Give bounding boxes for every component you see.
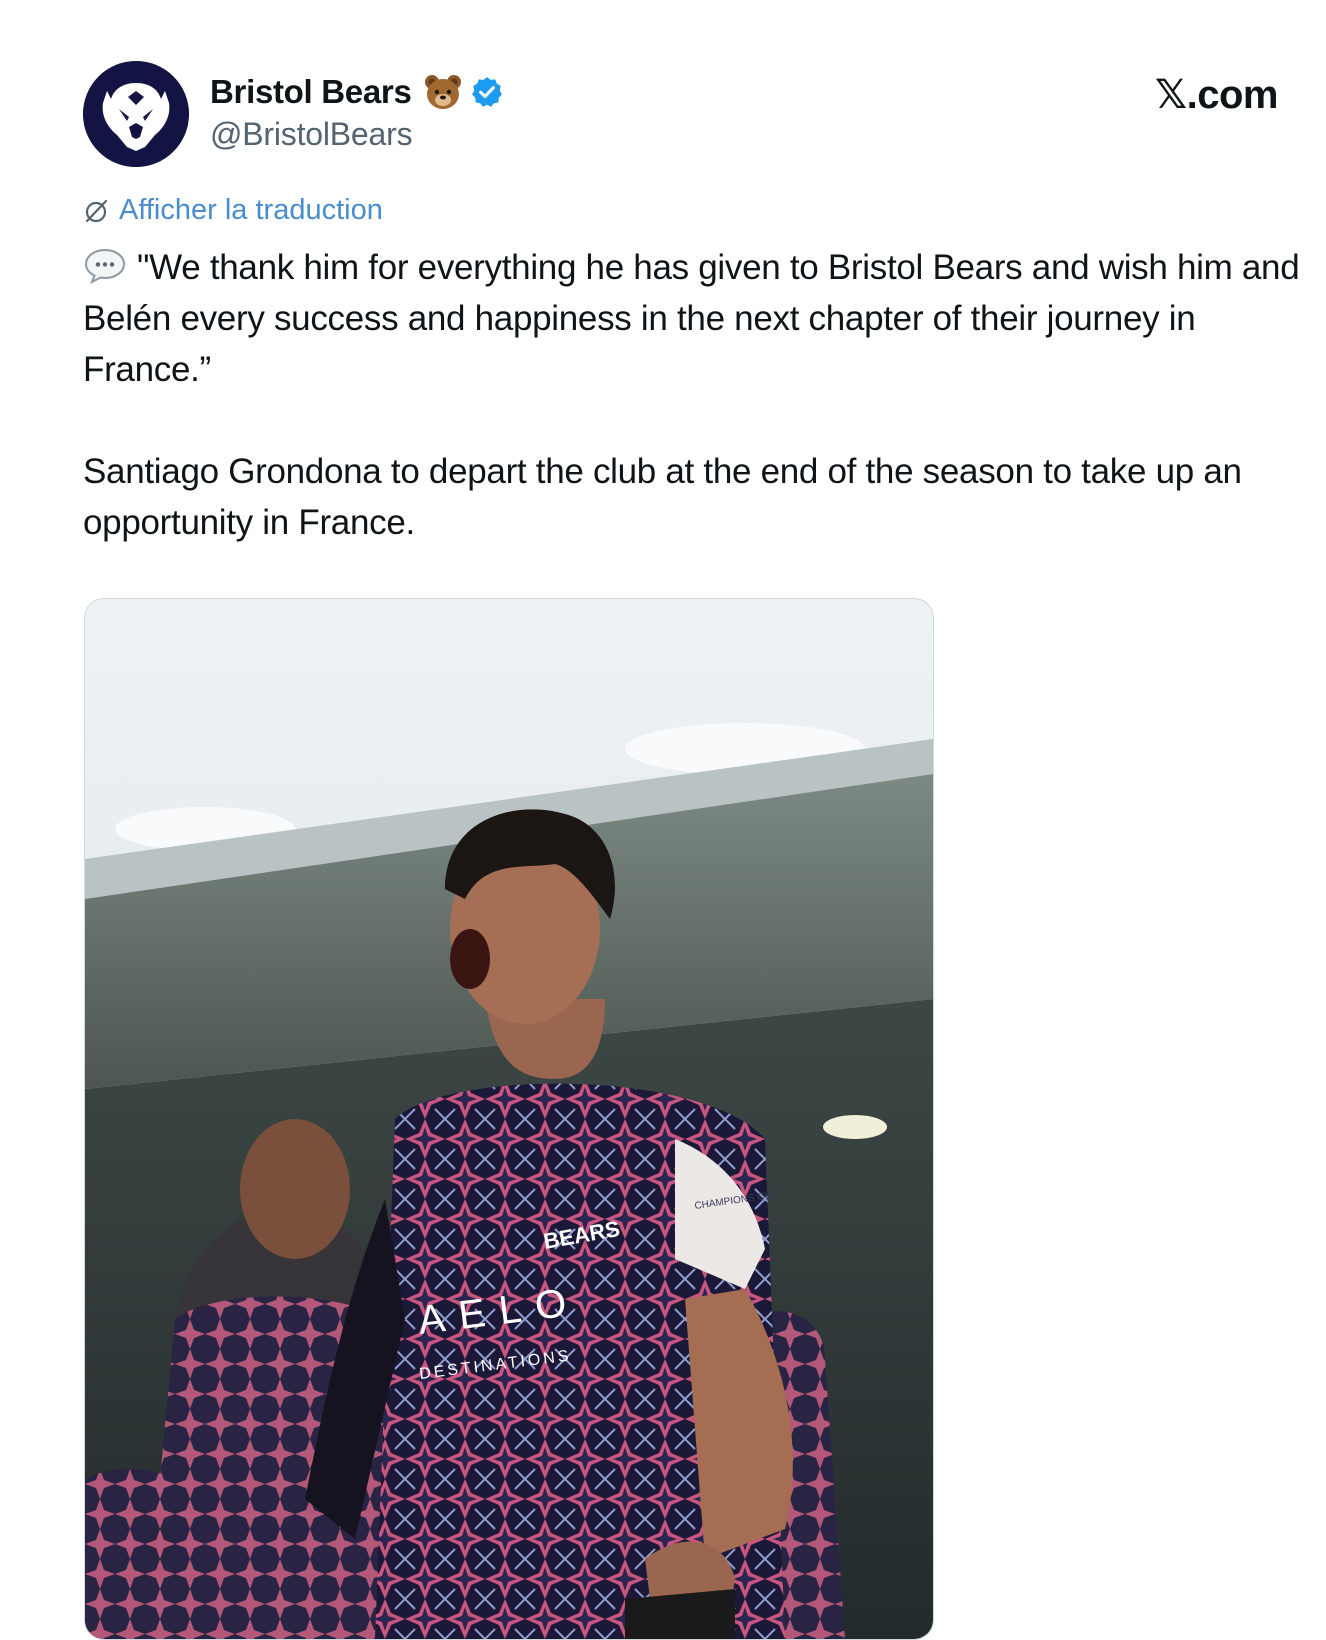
author-name-row: Bristol Bears [210, 70, 504, 114]
verified-badge-icon [471, 77, 502, 107]
author-handle[interactable]: @BristolBears [210, 116, 504, 153]
x-com-logo: 𝕏 .com [1154, 72, 1279, 118]
tweet-text: "We thank him for everything he has give… [83, 242, 1313, 548]
author-display-name[interactable]: Bristol Bears [210, 73, 412, 111]
translate-globe-icon [85, 199, 108, 222]
translate-label[interactable]: Afficher la traduction [119, 194, 383, 227]
tweet-card: Bristol Bears @BristolBears 𝕏 .com Affic… [0, 0, 1326, 1640]
bear-logo-icon [83, 61, 189, 167]
author-block[interactable]: Bristol Bears @BristolBears [210, 70, 504, 153]
avatar[interactable] [83, 61, 189, 167]
x-logo-icon: 𝕏 [1154, 72, 1187, 118]
speech-bubble-icon [84, 248, 126, 285]
tweet-paragraph-2: Santiago Grondona to depart the club at … [83, 452, 1242, 542]
tweet-paragraph-1: "We thank him for everything he has give… [83, 242, 1313, 395]
rugby-player-photo: BEARS AELO DESTINATIONS CHAMPIONS CUP [85, 599, 933, 1639]
translate-link[interactable]: Afficher la traduction [83, 194, 383, 227]
tweet-quote: "We thank him for everything he has give… [83, 248, 1300, 389]
bear-emoji-icon [424, 75, 461, 109]
tweet-photo[interactable]: BEARS AELO DESTINATIONS CHAMPIONS CUP [84, 598, 934, 1640]
brand-domain: .com [1186, 72, 1279, 117]
